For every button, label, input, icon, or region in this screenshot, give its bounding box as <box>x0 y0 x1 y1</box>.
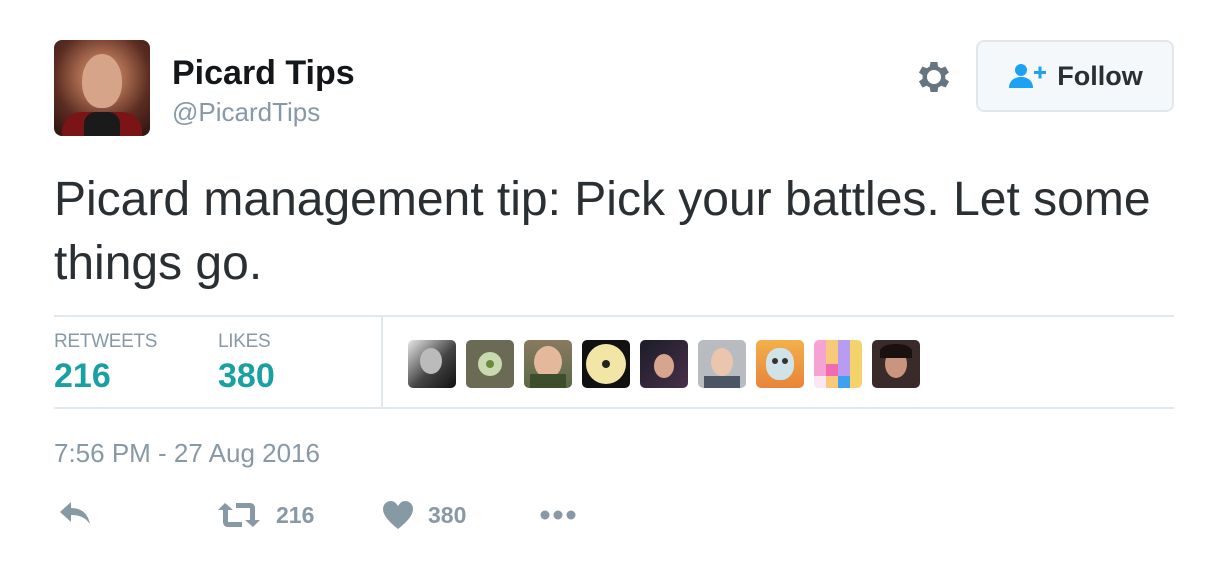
reply-icon <box>60 502 90 524</box>
retweets-stat[interactable]: RETWEETS 216 <box>54 331 157 396</box>
liker-avatar-9[interactable] <box>872 340 920 388</box>
retweet-button[interactable]: 216 <box>216 500 314 530</box>
tweet-stats: RETWEETS 216 LIKES 380 <box>54 315 1174 409</box>
retweet-count: 216 <box>276 501 315 528</box>
liker-avatar-5[interactable] <box>640 340 688 388</box>
follow-label: Follow <box>1057 60 1143 91</box>
heart-icon <box>383 501 413 529</box>
tweet-text: Picard management tip: Pick your battles… <box>54 173 1151 290</box>
retweet-icon <box>218 503 260 527</box>
liker-avatar-6[interactable] <box>698 340 746 388</box>
tweet-timestamp[interactable]: 7:56 PM - 27 Aug 2016 <box>54 438 320 469</box>
like-count: 380 <box>428 501 467 528</box>
follow-button[interactable]: Follow <box>976 40 1174 112</box>
follow-user-plus-icon <box>1009 64 1047 88</box>
more-icon <box>540 510 576 520</box>
author-handle[interactable]: @PicardTips <box>172 97 320 128</box>
liker-avatar-1[interactable] <box>408 340 456 388</box>
avatar-head <box>82 54 122 108</box>
likes-label: LIKES <box>218 331 271 352</box>
liker-avatar-8[interactable] <box>814 340 862 388</box>
liker-avatar-7[interactable] <box>756 340 804 388</box>
retweets-value: 216 <box>54 357 111 395</box>
author-display-name[interactable]: Picard Tips <box>172 54 355 93</box>
retweets-label: RETWEETS <box>54 331 158 352</box>
avatar-collar <box>84 112 120 136</box>
likes-value: 380 <box>218 357 275 395</box>
like-button[interactable]: 380 <box>382 500 466 530</box>
likes-stat[interactable]: LIKES 380 <box>218 331 275 396</box>
liker-avatar-2[interactable] <box>466 340 514 388</box>
liker-avatar-4[interactable] <box>582 340 630 388</box>
stats-divider <box>381 317 383 407</box>
liker-avatar-3[interactable] <box>524 340 572 388</box>
gear-icon[interactable] <box>913 56 955 98</box>
more-button[interactable] <box>538 500 578 530</box>
reply-button[interactable] <box>58 500 92 526</box>
author-avatar[interactable] <box>54 40 150 136</box>
liked-by-avatars <box>408 340 920 388</box>
